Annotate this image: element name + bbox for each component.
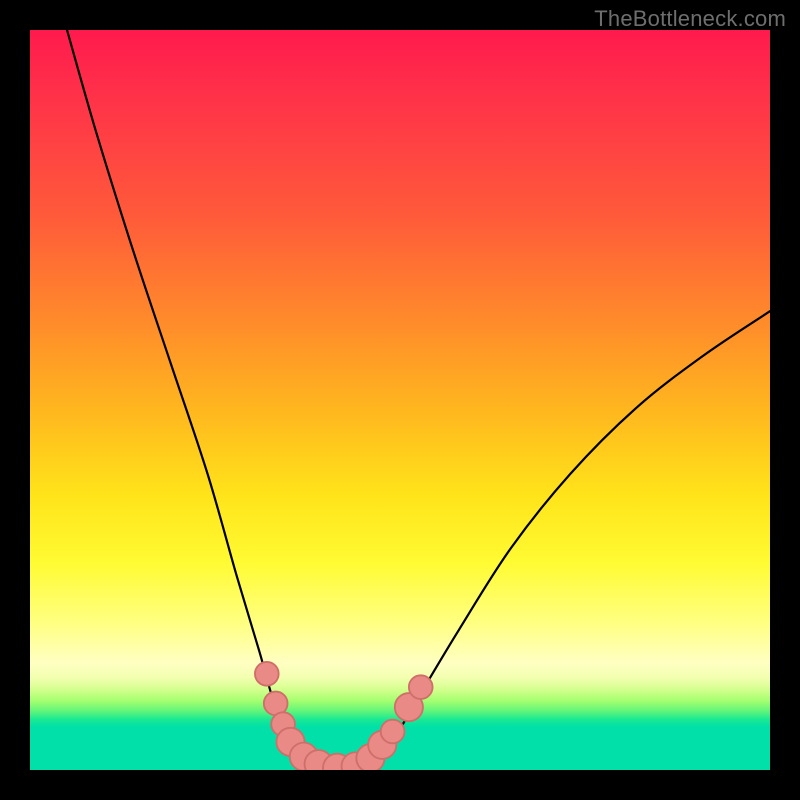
curve-layer bbox=[30, 30, 770, 770]
watermark-text: TheBottleneck.com bbox=[594, 6, 786, 32]
markers bbox=[255, 662, 433, 770]
marker-dot bbox=[409, 675, 433, 699]
plot-area bbox=[30, 30, 770, 770]
chart-frame: TheBottleneck.com bbox=[0, 0, 800, 800]
bottleneck-curve bbox=[67, 30, 770, 770]
marker-dot bbox=[255, 662, 279, 686]
marker-dot bbox=[381, 720, 405, 744]
